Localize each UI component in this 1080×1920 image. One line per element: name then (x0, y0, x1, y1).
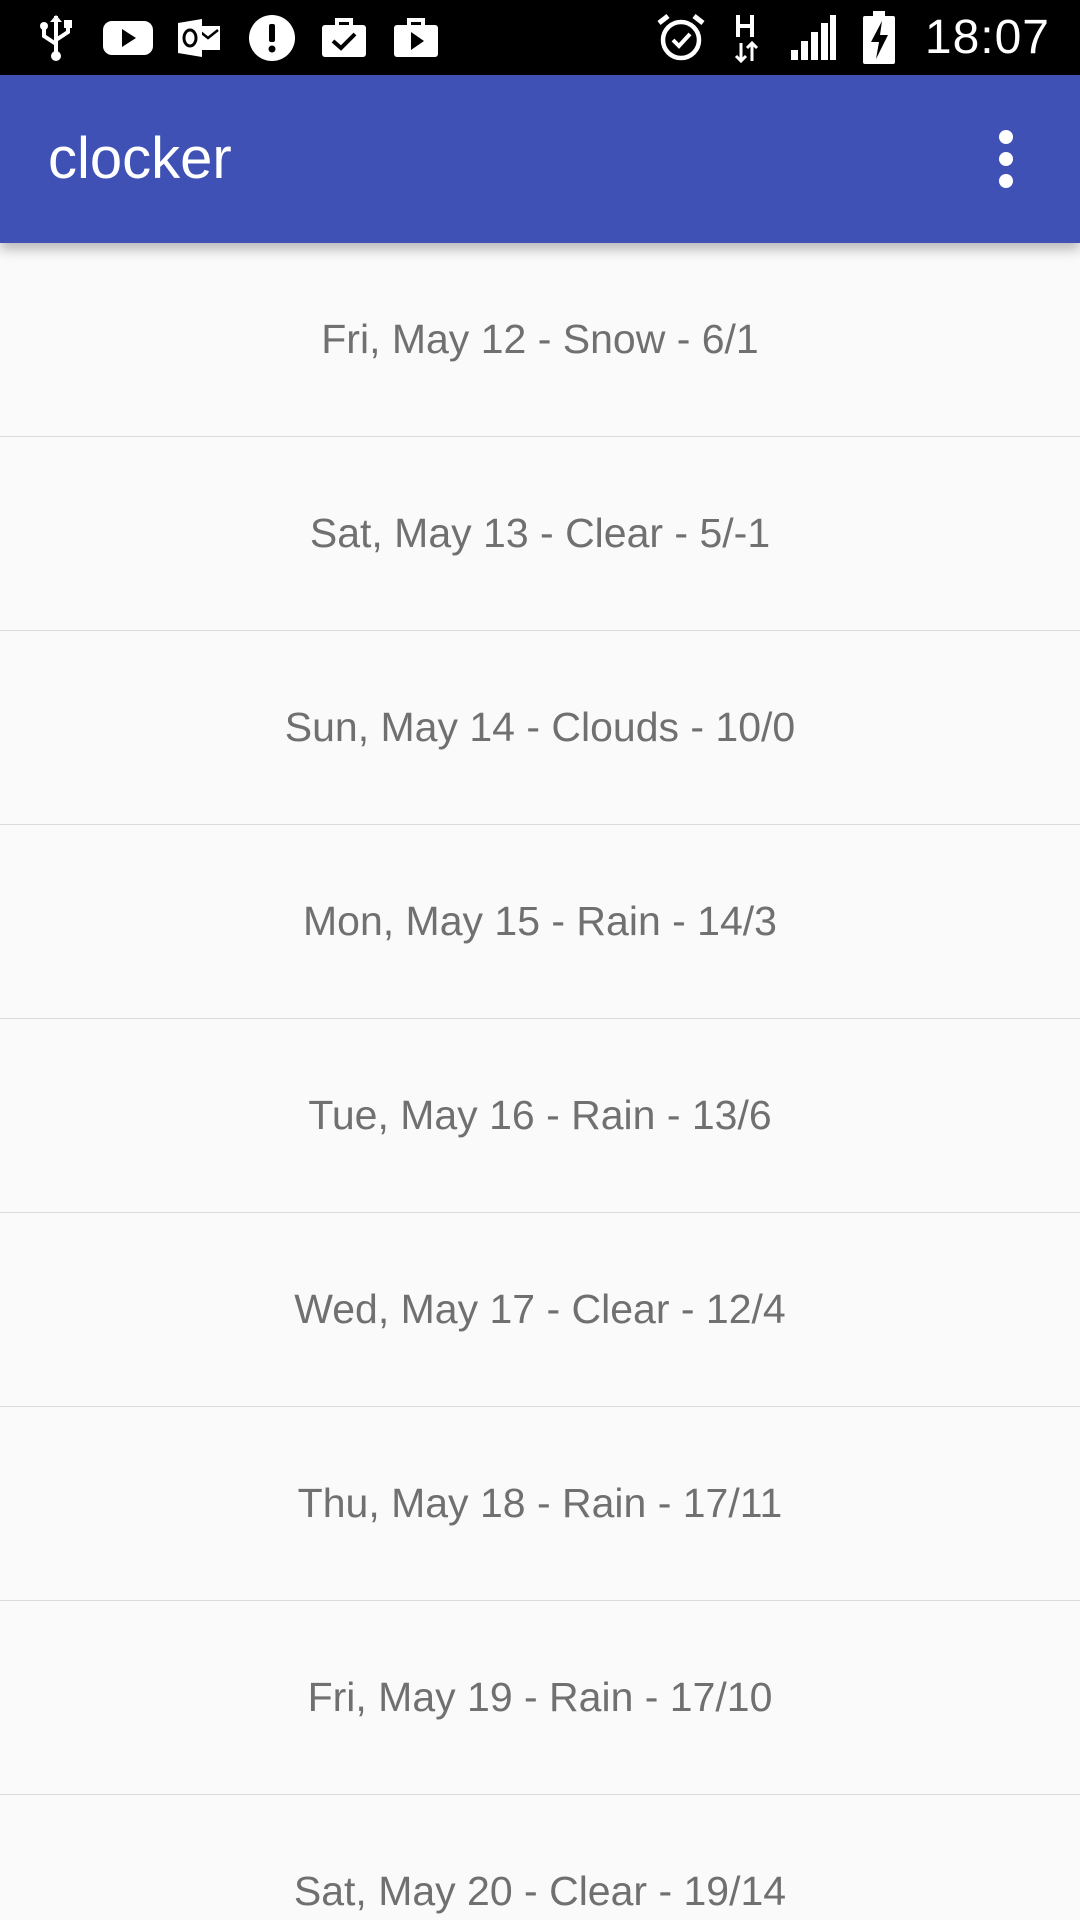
forecast-label: Sat, May 13 - Clear - 5/-1 (309, 510, 771, 556)
more-vert-icon[interactable] (956, 109, 1056, 209)
status-bar: 18:07 (0, 0, 1080, 75)
forecast-label: Mon, May 15 - Rain - 14/3 (303, 898, 777, 944)
notification-icons (30, 0, 462, 75)
forecast-list[interactable]: Fri, May 12 - Snow - 6/1 Sat, May 13 - C… (0, 243, 1080, 1920)
forecast-label: Tue, May 16 - Rain - 13/6 (308, 1092, 772, 1138)
list-item[interactable]: Tue, May 16 - Rain - 13/6 (0, 1019, 1080, 1213)
system-icons: 18:07 (641, 0, 1050, 75)
list-item[interactable]: Sat, May 20 - Clear - 19/14 (0, 1795, 1080, 1920)
forecast-label: Fri, May 19 - Rain - 17/10 (307, 1674, 773, 1720)
forecast-label: Fri, May 12 - Snow - 6/1 (321, 316, 759, 362)
app-bar: clocker (0, 75, 1080, 243)
battery-charging-icon (853, 10, 905, 64)
outlook-icon (174, 12, 226, 64)
alarm-icon (655, 12, 707, 64)
menu-dot (999, 130, 1013, 144)
briefcase-play-icon (390, 12, 442, 64)
app-title: clocker (48, 126, 232, 191)
alert-icon (246, 12, 298, 64)
forecast-label: Sun, May 14 - Clouds - 10/0 (284, 704, 796, 750)
list-item[interactable]: Fri, May 12 - Snow - 6/1 (0, 243, 1080, 437)
list-item[interactable]: Sat, May 13 - Clear - 5/-1 (0, 437, 1080, 631)
list-item[interactable]: Fri, May 19 - Rain - 17/10 (0, 1601, 1080, 1795)
list-item[interactable]: Thu, May 18 - Rain - 17/11 (0, 1407, 1080, 1601)
forecast-label: Thu, May 18 - Rain - 17/11 (297, 1480, 783, 1526)
menu-dot (999, 152, 1013, 166)
status-time: 18:07 (924, 11, 1050, 64)
list-item[interactable]: Sun, May 14 - Clouds - 10/0 (0, 631, 1080, 825)
menu-dot (999, 174, 1013, 188)
forecast-label: Wed, May 17 - Clear - 12/4 (294, 1286, 786, 1332)
briefcase-check-icon (318, 12, 370, 64)
signal-icon (787, 12, 839, 64)
screen: 18:07 clocker Fri, May 12 - Snow - 6/1 S… (0, 0, 1080, 1920)
usb-icon (30, 12, 82, 64)
youtube-icon (102, 12, 154, 64)
forecast-label: Sat, May 20 - Clear - 19/14 (293, 1868, 787, 1914)
list-item[interactable]: Wed, May 17 - Clear - 12/4 (0, 1213, 1080, 1407)
list-item[interactable]: Mon, May 15 - Rain - 14/3 (0, 825, 1080, 1019)
network-h-icon (721, 12, 773, 64)
